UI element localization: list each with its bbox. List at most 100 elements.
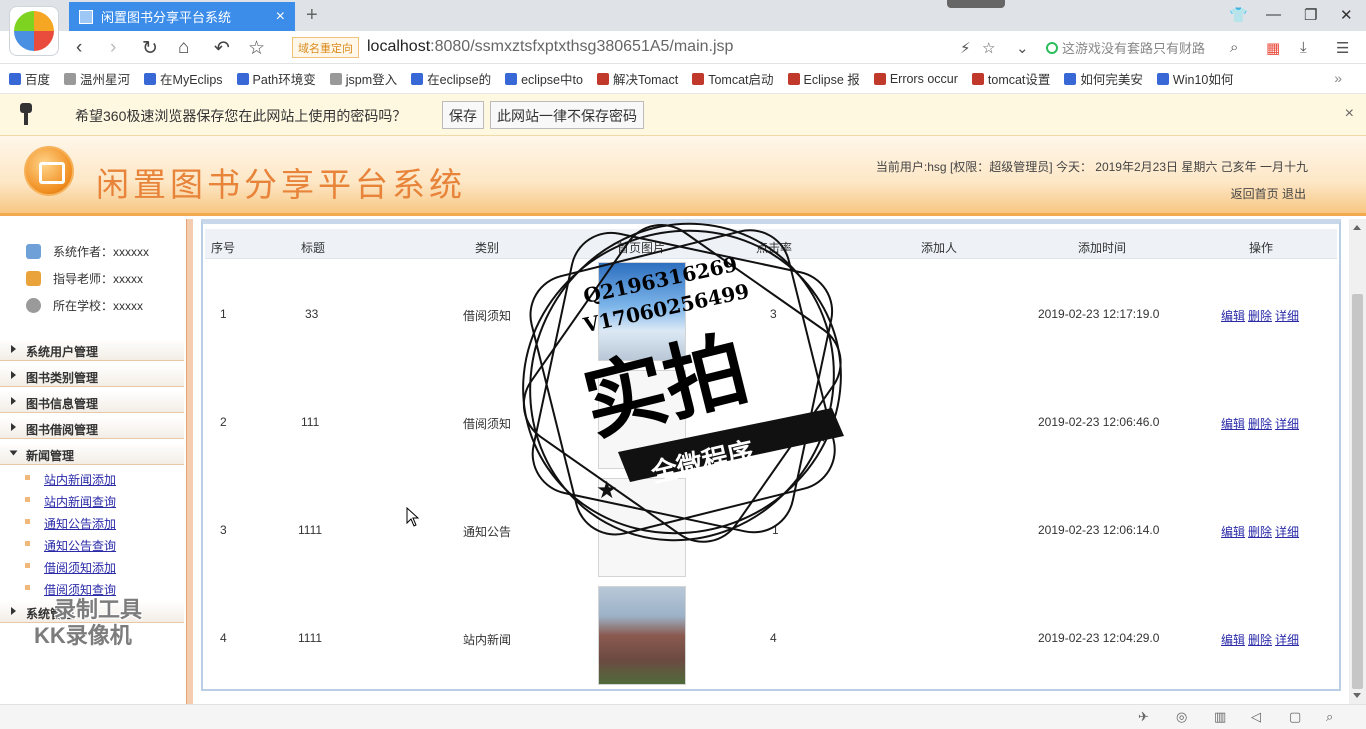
redirect-badge[interactable]: 域名重定向 <box>292 37 359 58</box>
minimize-icon[interactable]: — <box>1266 6 1281 23</box>
scroll-thumb[interactable] <box>1352 294 1363 689</box>
bookmark-label: Eclipse 报 <box>803 73 860 87</box>
volume-icon[interactable]: ◁ <box>1251 709 1261 725</box>
tab-close-icon[interactable]: × <box>276 8 285 26</box>
trash-icon[interactable]: ▥ <box>1214 709 1226 725</box>
bookmark-item[interactable]: tomcat设置 <box>971 69 1050 88</box>
never-save-button[interactable]: 此网站一律不保存密码 <box>490 101 644 129</box>
back-icon[interactable]: ‹ <box>76 37 82 59</box>
dropdown-icon[interactable]: ⌄ <box>1016 39 1029 57</box>
new-tab-button[interactable]: + <box>306 4 318 27</box>
favorite-star-icon[interactable]: ☆ <box>248 37 265 60</box>
bookmark-icon <box>64 72 77 85</box>
delete-link[interactable]: 删除 <box>1248 309 1272 323</box>
apps-icon[interactable]: ▦ <box>1266 39 1280 57</box>
logout-link[interactable]: 退出 <box>1282 187 1306 201</box>
bookmark-icon <box>1156 72 1169 85</box>
sidebar-splitter[interactable] <box>186 219 193 704</box>
page-favicon-icon <box>79 9 93 24</box>
scroll-up-icon[interactable] <box>1353 225 1361 230</box>
menu-system-users[interactable]: 系统用户管理 <box>0 339 184 361</box>
bookmark-label: Win10如何 <box>1172 73 1234 87</box>
menu-news[interactable]: 新闻管理 <box>0 443 184 465</box>
delete-link[interactable]: 删除 <box>1248 525 1272 539</box>
bookmark-item[interactable]: jspm登入 <box>329 69 397 88</box>
row-actions: 编辑 删除 详细 <box>1221 307 1302 324</box>
zoom-icon[interactable]: ⌕ <box>1326 709 1333 725</box>
lightning-icon[interactable]: ⚡ <box>960 39 971 57</box>
bookmark-item[interactable]: 百度 <box>9 69 50 88</box>
page-scrollbar[interactable] <box>1349 219 1366 704</box>
cell-time: 2019-02-23 12:06:14.0 <box>1038 523 1160 537</box>
author-label: 系统作者：xxxxxx <box>53 245 150 259</box>
cell-category: 站内新闻 <box>463 633 512 647</box>
bookmark-item[interactable]: 在eclipse的 <box>411 69 491 88</box>
download-icon[interactable]: ⤓ <box>1300 39 1307 56</box>
bookmark-star-icon[interactable]: ☆ <box>982 39 995 57</box>
bullet-icon <box>25 519 30 524</box>
bookmark-item[interactable]: Path环境变 <box>236 69 316 88</box>
link-news-query[interactable]: 站内新闻查询 <box>44 493 116 510</box>
bookmark-item[interactable]: eclipse中to <box>505 69 583 88</box>
detail-link[interactable]: 详细 <box>1275 417 1299 431</box>
address-bar: ‹ › ↻ ⌂ ↶ ☆ 域名重定向 localhost:8080/ssmxzts… <box>0 31 1366 64</box>
menu-book-info[interactable]: 图书信息管理 <box>0 391 184 413</box>
recorder-watermark: 录制工具 KK录像机 <box>34 597 142 649</box>
refresh-icon[interactable]: ↻ <box>142 37 158 60</box>
rocket-icon[interactable]: ✈ <box>1138 709 1149 725</box>
bookmark-item[interactable]: 在MyEclips <box>144 69 223 88</box>
bookmark-icon <box>971 72 984 85</box>
menu-icon[interactable]: ☰ <box>1336 39 1349 57</box>
cell-seq: 3 <box>220 523 227 537</box>
detail-link[interactable]: 详细 <box>1275 525 1299 539</box>
bookmarks-more-icon[interactable]: » <box>1334 70 1342 86</box>
url-field[interactable]: localhost:8080/ssmxztsfxptxthsg380651A5/… <box>367 38 733 56</box>
window-close-icon[interactable]: ✕ <box>1340 6 1353 24</box>
link-borrow-note-query[interactable]: 借阅须知查询 <box>44 581 116 598</box>
save-password-button[interactable]: 保存 <box>442 101 484 129</box>
cell-title: 111 <box>301 415 320 429</box>
link-borrow-note-add[interactable]: 借阅须知添加 <box>44 559 116 576</box>
edit-link[interactable]: 编辑 <box>1221 525 1245 539</box>
header-seq: 序号 <box>211 241 236 255</box>
undo-close-icon[interactable]: ↶ <box>214 37 230 60</box>
edit-link[interactable]: 编辑 <box>1221 309 1245 323</box>
window-icon[interactable]: ▢ <box>1289 709 1301 725</box>
app-header: 闲置图书分享平台系统 当前用户:hsg [权限：超级管理员] 今天： 2019年… <box>0 136 1366 216</box>
link-notice-query[interactable]: 通知公告查询 <box>44 537 116 554</box>
bookmark-item[interactable]: 解决Tomact <box>596 69 678 88</box>
bookmark-label: Tomcat启动 <box>708 73 774 87</box>
scroll-down-icon[interactable] <box>1353 693 1361 698</box>
bookmark-item[interactable]: Win10如何 <box>1156 69 1234 88</box>
detail-link[interactable]: 详细 <box>1275 633 1299 647</box>
forward-icon[interactable]: › <box>110 37 116 59</box>
speed-icon[interactable]: ◎ <box>1176 709 1187 725</box>
teacher-icon <box>26 271 41 286</box>
detail-link[interactable]: 详细 <box>1275 309 1299 323</box>
bookmark-item[interactable]: 如何完美安 <box>1064 69 1143 88</box>
row-actions: 编辑 删除 详细 <box>1221 415 1302 432</box>
password-bar-close-icon[interactable]: × <box>1345 105 1354 123</box>
tab-current[interactable]: 闲置图书分享平台系统 × <box>69 2 295 31</box>
bookmark-item[interactable]: Eclipse 报 <box>787 69 860 88</box>
search-input[interactable]: 这游戏没有套路只有财路 <box>1046 38 1251 57</box>
link-news-add[interactable]: 站内新闻添加 <box>44 471 116 488</box>
link-notice-add[interactable]: 通知公告添加 <box>44 515 116 532</box>
delete-link[interactable]: 删除 <box>1248 417 1272 431</box>
search-icon[interactable]: ⌕ <box>1230 39 1238 56</box>
restore-icon[interactable]: ❐ <box>1304 6 1317 24</box>
browser-tab-bar: 闲置图书分享平台系统 × + 👕 — ❐ ✕ <box>0 0 1366 31</box>
bookmark-item[interactable]: 温州星河 <box>64 69 130 88</box>
delete-link[interactable]: 删除 <box>1248 633 1272 647</box>
menu-book-borrow[interactable]: 图书借阅管理 <box>0 417 184 439</box>
shirt-skin-icon[interactable]: 👕 <box>1229 6 1248 24</box>
cell-title: 1111 <box>298 523 323 537</box>
bookmark-item[interactable]: Tomcat启动 <box>692 69 774 88</box>
edit-link[interactable]: 编辑 <box>1221 633 1245 647</box>
bookmark-item[interactable]: Errors occur <box>873 72 958 86</box>
browser-logo[interactable] <box>9 6 59 56</box>
back-home-link[interactable]: 返回首页 <box>1231 187 1279 201</box>
edit-link[interactable]: 编辑 <box>1221 417 1245 431</box>
home-icon[interactable]: ⌂ <box>178 37 189 59</box>
menu-book-categories[interactable]: 图书类别管理 <box>0 365 184 387</box>
